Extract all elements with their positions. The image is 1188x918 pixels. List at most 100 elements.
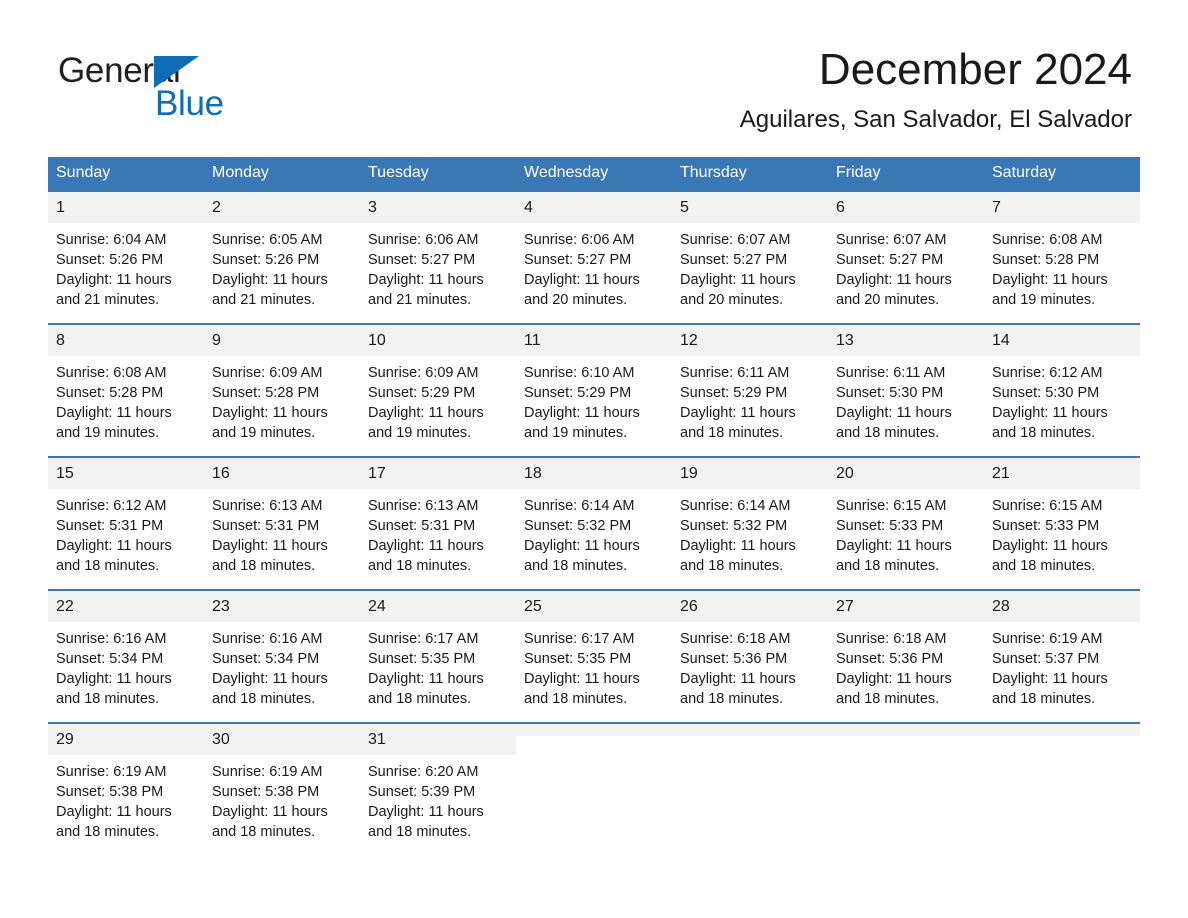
logo-word-blue: Blue — [155, 84, 224, 123]
sunset-text: Sunset: 5:34 PM — [56, 651, 164, 667]
sunrise-sunset-calendar: Sunday Monday Tuesday Wednesday Thursday Frid… — [48, 157, 1140, 855]
day-cell-24[interactable]: 24 Sunrise: 6:17 AM Sunset: 5:35 PM Dayligh… — [360, 589, 516, 722]
day-number: 4 — [516, 192, 672, 223]
day-number: 18 — [516, 458, 672, 489]
daylight-text: Daylight: 11 hours and 18 minutes. — [992, 405, 1108, 441]
day-number — [672, 724, 828, 736]
day-cell-11[interactable]: 11 Sunrise: 6:10 AM Sunset: 5:29 PM Dayligh… — [516, 323, 672, 456]
day-cell-30[interactable]: 30 Sunrise: 6:19 AM Sunset: 5:38 PM Dayligh… — [204, 722, 360, 855]
day-cell-31[interactable]: 31 Sunrise: 6:20 AM Sunset: 5:39 PM Dayligh… — [360, 722, 516, 855]
day-cell-8[interactable]: 8 Sunrise: 6:08 AM Sunset: 5:28 PM Daylight… — [48, 323, 204, 456]
sunset-text: Sunset: 5:32 PM — [524, 518, 632, 534]
day-cell-1[interactable]: 1 Sunrise: 6:04 AM Sunset: 5:26 PM Daylight… — [48, 190, 204, 323]
daylight-text: Daylight: 11 hours and 18 minutes. — [212, 804, 328, 840]
day-details: Sunrise: 6:09 AM Sunset: 5:29 PM Daylight:… — [360, 356, 516, 443]
day-cell-empty — [828, 722, 984, 855]
sunrise-text: Sunrise: 6:12 AM — [56, 498, 167, 514]
day-details: Sunrise: 6:16 AM Sunset: 5:34 PM Daylight:… — [48, 622, 204, 709]
day-number: 31 — [360, 724, 516, 755]
day-number: 14 — [984, 325, 1140, 356]
day-number: 30 — [204, 724, 360, 755]
day-cell-16[interactable]: 16 Sunrise: 6:13 AM Sunset: 5:31 PM Dayligh… — [204, 456, 360, 589]
calendar-cell: 2 Sunrise: 6:05 AM Sunset: 5:26 PM Daylight… — [204, 190, 360, 323]
day-cell-3[interactable]: 3 Sunrise: 6:06 AM Sunset: 5:27 PM Daylight… — [360, 190, 516, 323]
day-cell-10[interactable]: 10 Sunrise: 6:09 AM Sunset: 5:29 PM Dayligh… — [360, 323, 516, 456]
daylight-text: Daylight: 11 hours and 18 minutes. — [368, 538, 484, 574]
sunset-text: Sunset: 5:31 PM — [368, 518, 476, 534]
day-details: Sunrise: 6:19 AM Sunset: 5:38 PM Daylight:… — [204, 755, 360, 842]
day-cell-4[interactable]: 4 Sunrise: 6:06 AM Sunset: 5:27 PM Daylight… — [516, 190, 672, 323]
day-number: 6 — [828, 192, 984, 223]
day-number: 22 — [48, 591, 204, 622]
day-details: Sunrise: 6:20 AM Sunset: 5:39 PM Daylight:… — [360, 755, 516, 842]
day-cell-23[interactable]: 23 Sunrise: 6:16 AM Sunset: 5:34 PM Dayligh… — [204, 589, 360, 722]
day-cell-13[interactable]: 13 Sunrise: 6:11 AM Sunset: 5:30 PM Dayligh… — [828, 323, 984, 456]
day-cell-19[interactable]: 19 Sunrise: 6:14 AM Sunset: 5:32 PM Dayligh… — [672, 456, 828, 589]
sunset-text: Sunset: 5:28 PM — [56, 385, 164, 401]
day-cell-27[interactable]: 27 Sunrise: 6:18 AM Sunset: 5:36 PM Dayligh… — [828, 589, 984, 722]
daylight-text: Daylight: 11 hours and 21 minutes. — [212, 272, 328, 308]
day-cell-21[interactable]: 21 Sunrise: 6:15 AM Sunset: 5:33 PM Dayligh… — [984, 456, 1140, 589]
calendar-cell: 26 Sunrise: 6:18 AM Sunset: 5:36 PM Dayligh… — [672, 589, 828, 722]
day-cell-26[interactable]: 26 Sunrise: 6:18 AM Sunset: 5:36 PM Dayligh… — [672, 589, 828, 722]
calendar-week-row: 15 Sunrise: 6:12 AM Sunset: 5:31 PM Dayligh… — [48, 456, 1140, 589]
day-cell-20[interactable]: 20 Sunrise: 6:15 AM Sunset: 5:33 PM Dayligh… — [828, 456, 984, 589]
sunrise-text: Sunrise: 6:15 AM — [992, 498, 1103, 514]
calendar-cell: 18 Sunrise: 6:14 AM Sunset: 5:32 PM Dayligh… — [516, 456, 672, 589]
page-header: General Blue December 2024 Aguilares, Sa… — [0, 0, 1188, 133]
calendar-cell: 27 Sunrise: 6:18 AM Sunset: 5:36 PM Dayligh… — [828, 589, 984, 722]
day-cell-12[interactable]: 12 Sunrise: 6:11 AM Sunset: 5:29 PM Dayligh… — [672, 323, 828, 456]
day-number: 25 — [516, 591, 672, 622]
calendar-cell — [828, 722, 984, 855]
day-cell-7[interactable]: 7 Sunrise: 6:08 AM Sunset: 5:28 PM Daylight… — [984, 190, 1140, 323]
day-details: Sunrise: 6:11 AM Sunset: 5:29 PM Daylight:… — [672, 356, 828, 443]
day-cell-9[interactable]: 9 Sunrise: 6:09 AM Sunset: 5:28 PM Daylight… — [204, 323, 360, 456]
sunrise-text: Sunrise: 6:13 AM — [212, 498, 323, 514]
calendar-cell — [516, 722, 672, 855]
day-number: 7 — [984, 192, 1140, 223]
day-cell-15[interactable]: 15 Sunrise: 6:12 AM Sunset: 5:31 PM Dayligh… — [48, 456, 204, 589]
day-cell-17[interactable]: 17 Sunrise: 6:13 AM Sunset: 5:31 PM Dayligh… — [360, 456, 516, 589]
day-number: 8 — [48, 325, 204, 356]
day-number: 19 — [672, 458, 828, 489]
calendar-cell: 4 Sunrise: 6:06 AM Sunset: 5:27 PM Daylight… — [516, 190, 672, 323]
weekday-header-saturday: Saturday — [984, 157, 1140, 190]
day-details: Sunrise: 6:13 AM Sunset: 5:31 PM Daylight:… — [360, 489, 516, 576]
sunset-text: Sunset: 5:30 PM — [836, 385, 944, 401]
sunset-text: Sunset: 5:35 PM — [368, 651, 476, 667]
day-details: Sunrise: 6:10 AM Sunset: 5:29 PM Daylight:… — [516, 356, 672, 443]
day-details: Sunrise: 6:07 AM Sunset: 5:27 PM Daylight:… — [828, 223, 984, 310]
location-subtitle: Aguilares, San Salvador, El Salvador — [739, 106, 1132, 133]
daylight-text: Daylight: 11 hours and 18 minutes. — [212, 538, 328, 574]
page-title: December 2024 — [818, 45, 1132, 94]
sunrise-text: Sunrise: 6:17 AM — [368, 631, 479, 647]
sunrise-text: Sunrise: 6:08 AM — [992, 232, 1103, 248]
day-cell-29[interactable]: 29 Sunrise: 6:19 AM Sunset: 5:38 PM Dayligh… — [48, 722, 204, 855]
day-cell-28[interactable]: 28 Sunrise: 6:19 AM Sunset: 5:37 PM Dayligh… — [984, 589, 1140, 722]
day-details: Sunrise: 6:19 AM Sunset: 5:38 PM Daylight:… — [48, 755, 204, 842]
day-number: 5 — [672, 192, 828, 223]
day-cell-2[interactable]: 2 Sunrise: 6:05 AM Sunset: 5:26 PM Daylight… — [204, 190, 360, 323]
generalblue-logo[interactable]: General Blue — [58, 52, 358, 128]
calendar-cell: 10 Sunrise: 6:09 AM Sunset: 5:29 PM Dayligh… — [360, 323, 516, 456]
sunset-text: Sunset: 5:28 PM — [212, 385, 320, 401]
day-cell-18[interactable]: 18 Sunrise: 6:14 AM Sunset: 5:32 PM Dayligh… — [516, 456, 672, 589]
calendar-cell: 13 Sunrise: 6:11 AM Sunset: 5:30 PM Dayligh… — [828, 323, 984, 456]
day-cell-5[interactable]: 5 Sunrise: 6:07 AM Sunset: 5:27 PM Daylight… — [672, 190, 828, 323]
sunrise-text: Sunrise: 6:13 AM — [368, 498, 479, 514]
daylight-text: Daylight: 11 hours and 18 minutes. — [212, 671, 328, 707]
sunset-text: Sunset: 5:27 PM — [368, 252, 476, 268]
day-cell-22[interactable]: 22 Sunrise: 6:16 AM Sunset: 5:34 PM Dayligh… — [48, 589, 204, 722]
day-cell-6[interactable]: 6 Sunrise: 6:07 AM Sunset: 5:27 PM Daylight… — [828, 190, 984, 323]
day-number — [984, 724, 1140, 736]
day-cell-14[interactable]: 14 Sunrise: 6:12 AM Sunset: 5:30 PM Dayligh… — [984, 323, 1140, 456]
daylight-text: Daylight: 11 hours and 19 minutes. — [56, 405, 172, 441]
day-details: Sunrise: 6:13 AM Sunset: 5:31 PM Daylight:… — [204, 489, 360, 576]
calendar-cell: 17 Sunrise: 6:13 AM Sunset: 5:31 PM Dayligh… — [360, 456, 516, 589]
sunset-text: Sunset: 5:30 PM — [992, 385, 1100, 401]
day-cell-25[interactable]: 25 Sunrise: 6:17 AM Sunset: 5:35 PM Dayligh… — [516, 589, 672, 722]
calendar-cell: 6 Sunrise: 6:07 AM Sunset: 5:27 PM Daylight… — [828, 190, 984, 323]
sunrise-text: Sunrise: 6:20 AM — [368, 764, 479, 780]
daylight-text: Daylight: 11 hours and 18 minutes. — [680, 538, 796, 574]
weekday-row: Sunday Monday Tuesday Wednesday Thursday Frid… — [48, 157, 1140, 190]
